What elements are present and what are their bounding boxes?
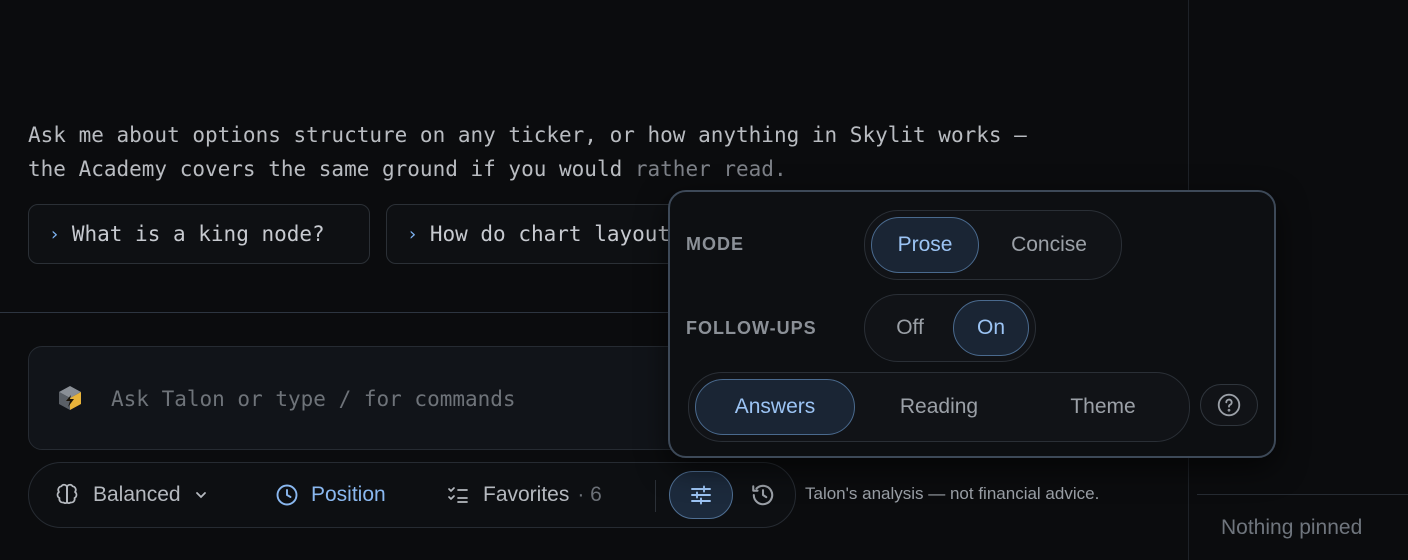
favorites-label: Favorites [483, 483, 570, 506]
tab-theme[interactable]: Theme [1023, 379, 1183, 435]
intro-line-2: the Academy covers the same ground if yo… [28, 152, 1168, 186]
pinned-divider [1197, 494, 1408, 495]
followups-label: FOLLOW-UPS [686, 318, 817, 338]
position-label: Position [311, 483, 386, 506]
composer-input[interactable] [111, 383, 711, 415]
settings-popover: MODE Prose Concise FOLLOW-UPS Off On Ans… [668, 190, 1276, 458]
followups-segmented-control: Off On [864, 294, 1036, 362]
suggestion-chip-king-node[interactable]: › What is a king node? [28, 204, 370, 264]
list-check-icon [448, 487, 468, 503]
history-button[interactable] [747, 479, 779, 511]
help-button[interactable] [1200, 384, 1258, 426]
chevron-right-icon: › [407, 223, 418, 245]
intro-line-2-faded: rather read. [634, 157, 787, 181]
intro-line-1: Ask me about options structure on any ti… [28, 123, 1027, 147]
settings-button[interactable] [669, 471, 733, 519]
settings-tabs: Answers Reading Theme [688, 372, 1190, 442]
chevron-right-icon: › [49, 223, 60, 245]
clock-icon [276, 484, 298, 506]
assistant-intro-message: Ask me about options structure on any ti… [28, 118, 1168, 186]
model-label: Balanced [93, 483, 181, 506]
model-selector[interactable]: Balanced [55, 463, 209, 527]
followups-option-off[interactable]: Off [871, 300, 949, 356]
composer-toolbar: Balanced Position Favorites · 6 [28, 462, 796, 528]
mode-option-concise[interactable]: Concise [987, 217, 1111, 273]
favorites-count: · 6 [577, 483, 602, 506]
mode-label: MODE [686, 234, 744, 254]
toolbar-separator [655, 480, 656, 512]
mode-option-prose[interactable]: Prose [871, 217, 979, 273]
favorites-button[interactable]: Favorites · 6 [447, 463, 602, 527]
mode-segmented-control: Prose Concise [864, 210, 1122, 280]
tab-reading[interactable]: Reading [859, 379, 1019, 435]
pinned-empty-text: Nothing pinned [1221, 516, 1363, 539]
intro-line-2-text: the Academy covers the same ground if yo… [28, 157, 635, 181]
followups-option-on[interactable]: On [953, 300, 1029, 356]
suggestion-label: What is a king node? [71, 222, 325, 246]
position-button[interactable]: Position [275, 463, 386, 527]
question-circle-icon [1217, 393, 1241, 417]
sliders-icon [691, 485, 711, 505]
brain-icon [56, 483, 78, 504]
disclaimer-text: Talon's analysis — not financial advice. [805, 484, 1100, 503]
tab-answers[interactable]: Answers [695, 379, 855, 435]
history-icon [752, 484, 774, 506]
talon-cube-icon [59, 386, 81, 410]
chevron-down-icon [195, 492, 206, 499]
